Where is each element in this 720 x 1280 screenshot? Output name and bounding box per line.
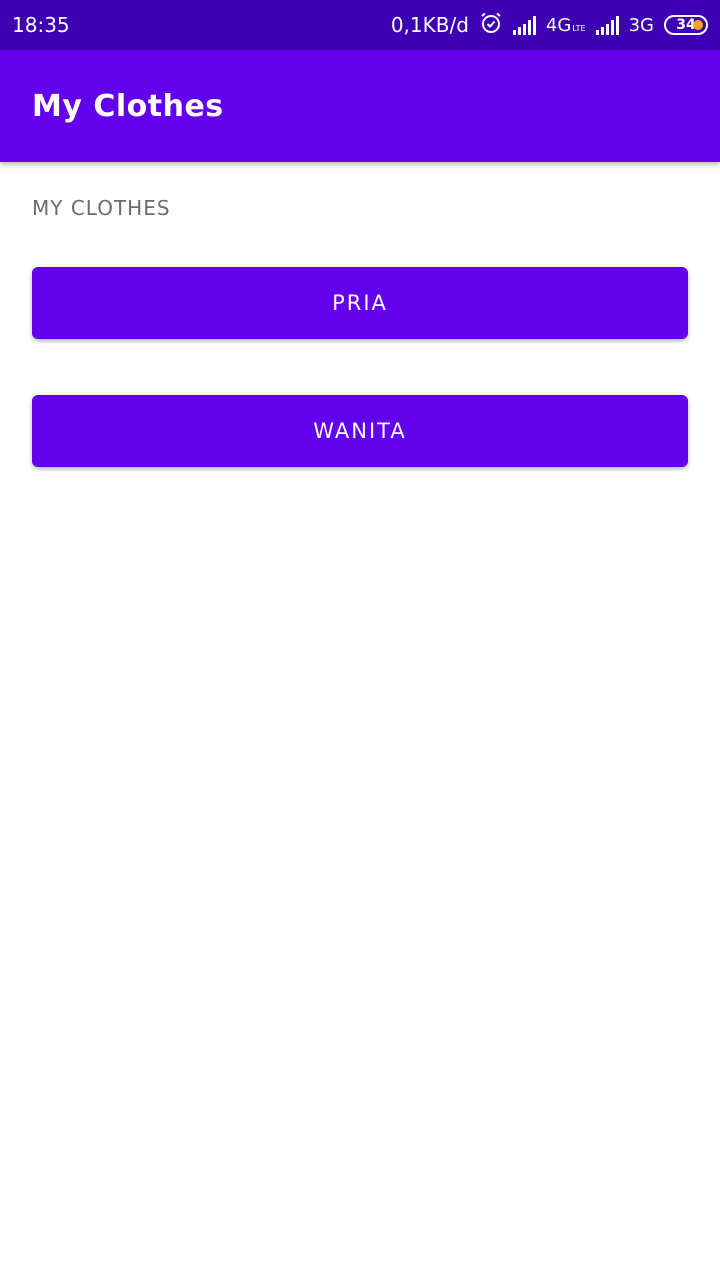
status-icons: 0,1KB/d 4GLTE 3G 34	[391, 11, 708, 40]
section-label: MY CLOTHES	[32, 196, 171, 220]
signal-icon	[595, 15, 619, 35]
battery-icon: 34	[664, 15, 708, 35]
charging-dot	[693, 20, 703, 30]
alarm-icon	[479, 11, 503, 40]
network-type-label-2: 3G	[628, 14, 654, 36]
app-title: My Clothes	[32, 88, 224, 124]
status-time: 18:35	[12, 13, 70, 37]
status-bar: 18:35 0,1KB/d 4GLTE 3G 34	[0, 0, 720, 50]
pria-button[interactable]: PRIA	[32, 267, 688, 339]
lte-label: LTE	[572, 23, 586, 33]
network-type-label: 4GLTE	[545, 14, 586, 36]
app-bar: My Clothes	[0, 50, 720, 162]
signal-icon	[512, 15, 536, 35]
wanita-button[interactable]: WANITA	[32, 395, 688, 467]
data-rate: 0,1KB/d	[390, 13, 469, 37]
